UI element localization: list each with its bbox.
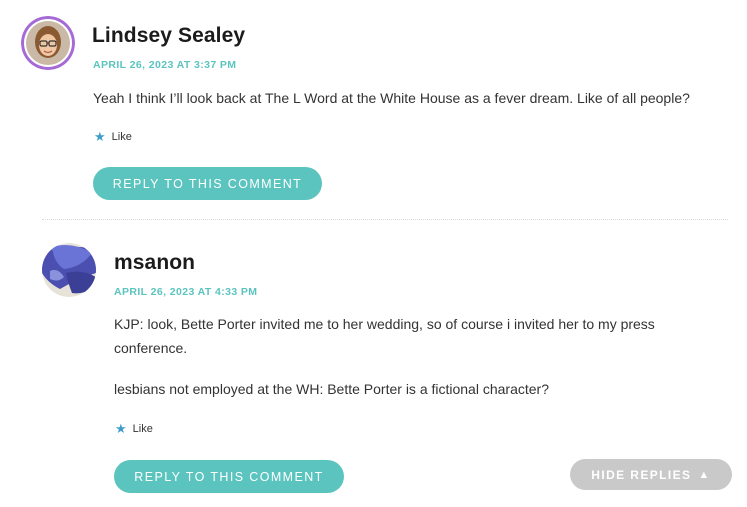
avatar-lindsey-sealey[interactable]: [21, 16, 75, 70]
reply-button[interactable]: REPLY TO THIS COMMENT: [114, 460, 344, 493]
triangle-up-icon: ▲: [698, 468, 711, 481]
star-icon: ★: [94, 129, 106, 144]
comment-date[interactable]: APRIL 26, 2023 AT 3:37 PM: [93, 59, 236, 71]
comment-author[interactable]: msanon: [114, 251, 195, 275]
comment-text: KJP: look, Bette Porter invited me to he…: [114, 316, 655, 356]
hide-replies-button[interactable]: HIDE REPLIES ▲: [570, 459, 732, 490]
like-button[interactable]: ★ Like: [94, 130, 132, 143]
avatar-msanon[interactable]: [42, 243, 96, 297]
star-icon: ★: [115, 421, 127, 436]
like-label: Like: [132, 422, 153, 435]
like-label: Like: [111, 130, 132, 143]
comment-divider: [42, 219, 728, 220]
reply-button[interactable]: REPLY TO THIS COMMENT: [93, 167, 322, 200]
comment-date[interactable]: APRIL 26, 2023 AT 4:33 PM: [114, 286, 257, 298]
like-button[interactable]: ★ Like: [115, 422, 153, 435]
comment-text: Yeah I think I’ll look back at The L Wor…: [93, 90, 690, 106]
comment-author[interactable]: Lindsey Sealey: [92, 24, 245, 48]
comment-text: lesbians not employed at the WH: Bette P…: [114, 381, 549, 397]
hide-replies-label: HIDE REPLIES: [591, 467, 692, 482]
